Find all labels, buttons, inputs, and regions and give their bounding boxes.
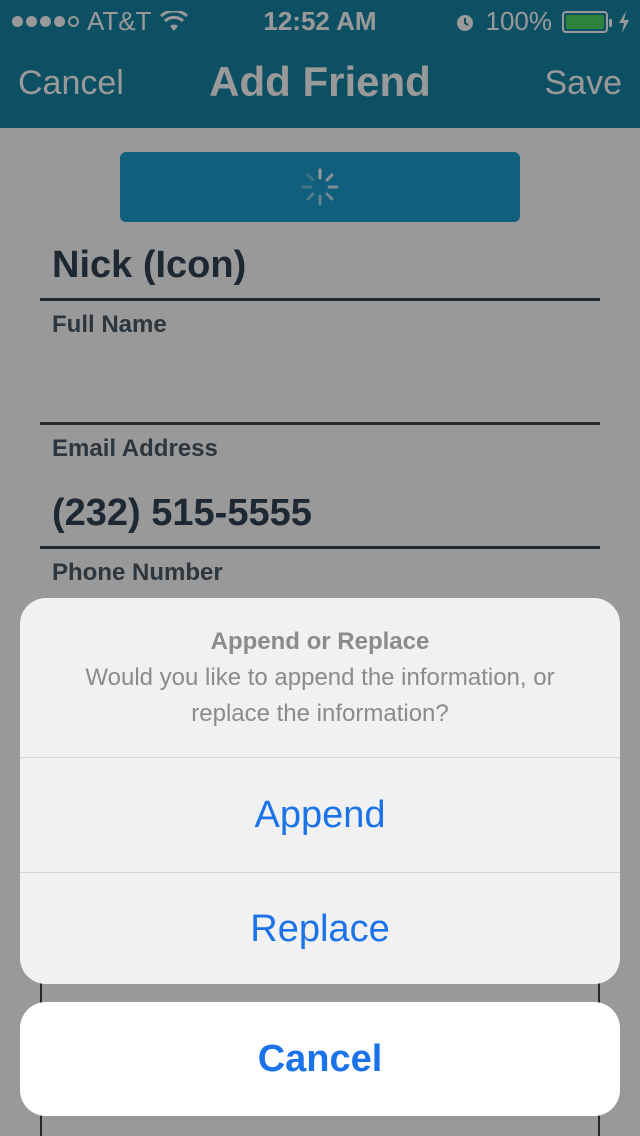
action-sheet-message: Would you like to append the information…	[85, 664, 555, 727]
action-sheet-cancel-button[interactable]: Cancel	[20, 1002, 620, 1116]
replace-button[interactable]: Replace	[20, 872, 620, 984]
action-sheet-header: Append or Replace Would you like to appe…	[20, 598, 620, 758]
action-sheet-title: Append or Replace	[210, 628, 430, 655]
append-button[interactable]: Append	[20, 758, 620, 872]
action-sheet: Append or Replace Would you like to appe…	[20, 598, 620, 984]
